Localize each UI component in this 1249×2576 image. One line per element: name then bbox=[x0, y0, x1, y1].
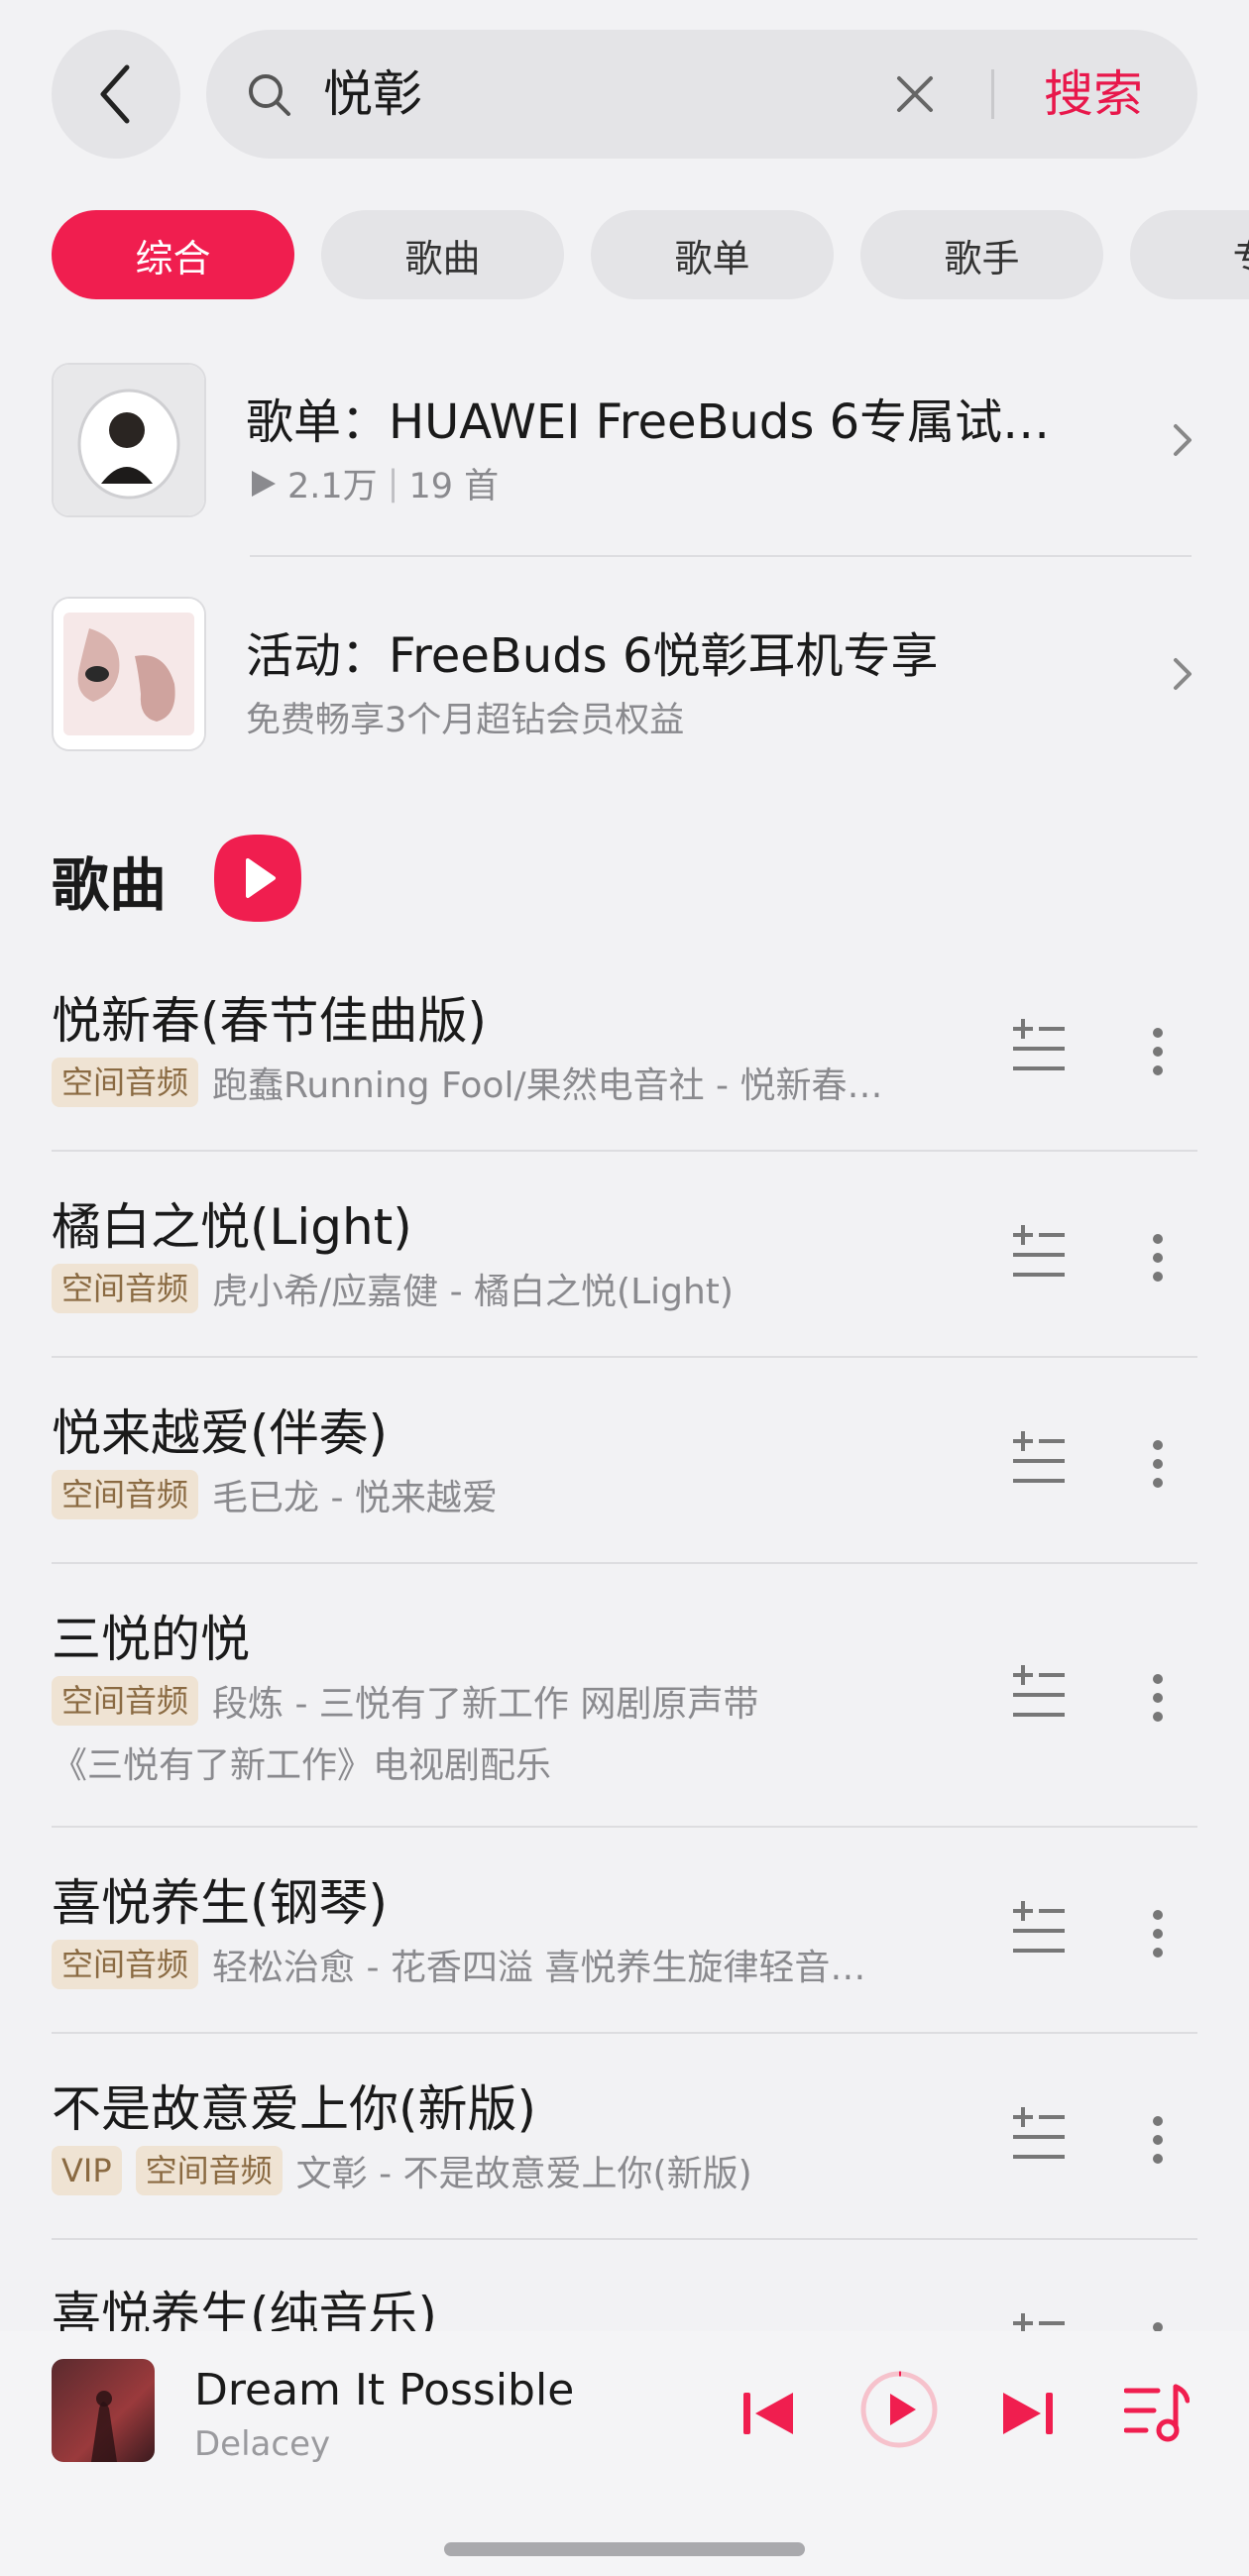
track-count: 19 首 bbox=[408, 467, 500, 506]
back-button[interactable] bbox=[52, 30, 180, 159]
song-artist: 段炼 - 三悦有了新工作 网剧原声带 bbox=[212, 1684, 759, 1725]
playlist-meta: 2.1万 | 19 首 bbox=[246, 458, 499, 508]
more-icon[interactable] bbox=[1152, 1673, 1164, 1723]
more-icon[interactable] bbox=[1152, 1909, 1164, 1959]
search-button[interactable]: 搜索 bbox=[1044, 30, 1143, 159]
song-subtitle: 空间音频 虎小希/应嘉健 - 橘白之悦(Light) bbox=[52, 1263, 734, 1314]
more-icon[interactable] bbox=[1152, 1233, 1164, 1283]
back-icon bbox=[100, 64, 130, 124]
event-title: 活动：FreeBuds 6悦彰耳机专享 bbox=[246, 628, 939, 684]
row-divider bbox=[52, 1356, 1197, 1358]
more-icon[interactable] bbox=[1152, 1027, 1164, 1076]
add-to-list-icon[interactable] bbox=[1011, 1901, 1067, 1957]
song-row[interactable]: 不是故意爱上你(新版) VIP 空间音频 文彰 - 不是故意爱上你(新版) bbox=[52, 2070, 1197, 2218]
spatial-audio-badge: 空间音频 bbox=[52, 1470, 199, 1519]
song-artist-continued: 《三悦有了新工作》电视剧配乐 bbox=[52, 1745, 552, 1786]
row-divider bbox=[52, 1150, 1197, 1152]
event-cover bbox=[52, 597, 206, 751]
chevron-right-icon bbox=[1174, 658, 1192, 690]
next-icon[interactable] bbox=[999, 2389, 1055, 2438]
song-row[interactable]: 悦新春(春节佳曲版) 空间音频 跑蠢Running Fool/果然电音社 - 悦… bbox=[52, 981, 1197, 1130]
song-subtitle: 空间音频 段炼 - 三悦有了新工作 网剧原声带 bbox=[52, 1675, 758, 1727]
tab-overall[interactable]: 综合 bbox=[52, 210, 294, 299]
song-artist: 虎小希/应嘉健 - 橘白之悦(Light) bbox=[212, 1272, 734, 1312]
play-count: 2.1万 bbox=[287, 467, 378, 506]
song-title: 三悦的悦 bbox=[52, 1611, 250, 1668]
song-subtitle: 空间音频 毛已龙 - 悦来越爱 bbox=[52, 1469, 498, 1520]
add-to-list-icon[interactable] bbox=[1011, 1431, 1067, 1487]
song-row[interactable]: 喜悦养生(钢琴) 空间音频 轻松治愈 - 花香四溢 喜悦养生旋律轻音… bbox=[52, 1863, 1197, 2012]
songs-section-title: 歌曲 bbox=[52, 851, 168, 919]
song-artist: 跑蠢Running Fool/果然电音社 - 悦新春… bbox=[212, 1065, 883, 1106]
row-divider bbox=[52, 2238, 1197, 2240]
spatial-audio-badge: 空间音频 bbox=[52, 1058, 199, 1107]
song-artist: 毛已龙 - 悦来越爱 bbox=[212, 1478, 498, 1518]
playlist-card[interactable]: 歌单：HUAWEI FreeBuds 6专属试… 2.1万 | 19 首 bbox=[52, 363, 1197, 517]
previous-icon[interactable] bbox=[741, 2389, 797, 2438]
play-all-button[interactable] bbox=[210, 831, 305, 926]
song-title: 不是故意爱上你(新版) bbox=[52, 2080, 537, 2138]
search-results-page: 悦彰 搜索 综合 歌曲 歌单 歌手 专 歌单：HUAWEI FreeBuds 6… bbox=[0, 0, 1249, 2576]
now-playing-title: Dream It Possible bbox=[194, 2365, 575, 2415]
song-row[interactable]: 橘白之悦(Light) 空间音频 虎小希/应嘉健 - 橘白之悦(Light) bbox=[52, 1187, 1197, 1336]
song-subtitle: 空间音频 跑蠢Running Fool/果然电音社 - 悦新春… bbox=[52, 1057, 882, 1108]
spatial-audio-badge: 空间音频 bbox=[52, 1676, 199, 1726]
song-title: 橘白之悦(Light) bbox=[52, 1198, 412, 1256]
clear-icon[interactable] bbox=[890, 69, 940, 119]
more-icon[interactable] bbox=[1152, 1439, 1164, 1489]
search-query-text[interactable]: 悦彰 bbox=[323, 30, 422, 159]
home-indicator[interactable] bbox=[444, 2542, 805, 2556]
more-icon[interactable] bbox=[1152, 2115, 1164, 2165]
now-playing-cover bbox=[52, 2359, 155, 2462]
song-row[interactable]: 悦来越爱(伴奏) 空间音频 毛已龙 - 悦来越爱 bbox=[52, 1394, 1197, 1542]
song-title: 悦来越爱(伴奏) bbox=[52, 1404, 389, 1462]
search-icon bbox=[249, 74, 290, 116]
mini-player[interactable]: Dream It Possible Delacey bbox=[0, 2331, 1249, 2576]
search-divider bbox=[991, 69, 994, 119]
tab-playlists[interactable]: 歌单 bbox=[591, 210, 834, 299]
now-playing-artist: Delacey bbox=[194, 2424, 331, 2464]
search-input[interactable]: 悦彰 搜索 bbox=[206, 30, 1197, 159]
event-card[interactable]: 活动：FreeBuds 6悦彰耳机专享 免费畅享3个月超钻会员权益 bbox=[52, 597, 1197, 751]
playlist-cover bbox=[52, 363, 206, 517]
playlist-title: 歌单：HUAWEI FreeBuds 6专属试… bbox=[246, 394, 1051, 450]
song-title: 悦新春(春节佳曲版) bbox=[52, 992, 488, 1050]
meta-separator: | bbox=[387, 463, 399, 504]
tab-artists[interactable]: 歌手 bbox=[860, 210, 1103, 299]
add-to-list-icon[interactable] bbox=[1011, 1225, 1067, 1281]
tab-songs[interactable]: 歌曲 bbox=[321, 210, 564, 299]
song-subtitle: 空间音频 轻松治愈 - 花香四溢 喜悦养生旋律轻音… bbox=[52, 1939, 865, 1990]
song-artist: 轻松治愈 - 花香四溢 喜悦养生旋律轻音… bbox=[212, 1948, 866, 1988]
row-divider bbox=[52, 1826, 1197, 1828]
card-divider bbox=[250, 555, 1192, 557]
song-row[interactable]: 三悦的悦 空间音频 段炼 - 三悦有了新工作 网剧原声带 《三悦有了新工作》电视… bbox=[52, 1600, 1197, 1808]
spatial-audio-badge: 空间音频 bbox=[52, 1940, 199, 1989]
add-to-list-icon[interactable] bbox=[1011, 2107, 1067, 2163]
vip-badge: VIP bbox=[52, 2146, 122, 2195]
event-subtitle: 免费畅享3个月超钻会员权益 bbox=[246, 701, 685, 740]
playlist-icon[interactable] bbox=[1124, 2383, 1190, 2444]
row-divider bbox=[52, 2032, 1197, 2034]
play-icon[interactable] bbox=[858, 2369, 940, 2450]
add-to-list-icon[interactable] bbox=[1011, 1019, 1067, 1074]
song-title: 喜悦养生(钢琴) bbox=[52, 1874, 389, 1932]
row-divider bbox=[52, 1562, 1197, 1564]
chevron-right-icon bbox=[1174, 424, 1192, 456]
song-artist: 文彰 - 不是故意爱上你(新版) bbox=[295, 2154, 752, 2194]
spatial-audio-badge: 空间音频 bbox=[52, 1264, 199, 1313]
play-count-icon bbox=[252, 470, 276, 497]
spatial-audio-badge: 空间音频 bbox=[135, 2146, 283, 2195]
category-tabs: 综合 歌曲 歌单 歌手 专 bbox=[52, 210, 1249, 299]
tab-albums[interactable]: 专 bbox=[1130, 210, 1249, 299]
song-subtitle: VIP 空间音频 文彰 - 不是故意爱上你(新版) bbox=[52, 2145, 752, 2196]
add-to-list-icon[interactable] bbox=[1011, 1665, 1067, 1721]
